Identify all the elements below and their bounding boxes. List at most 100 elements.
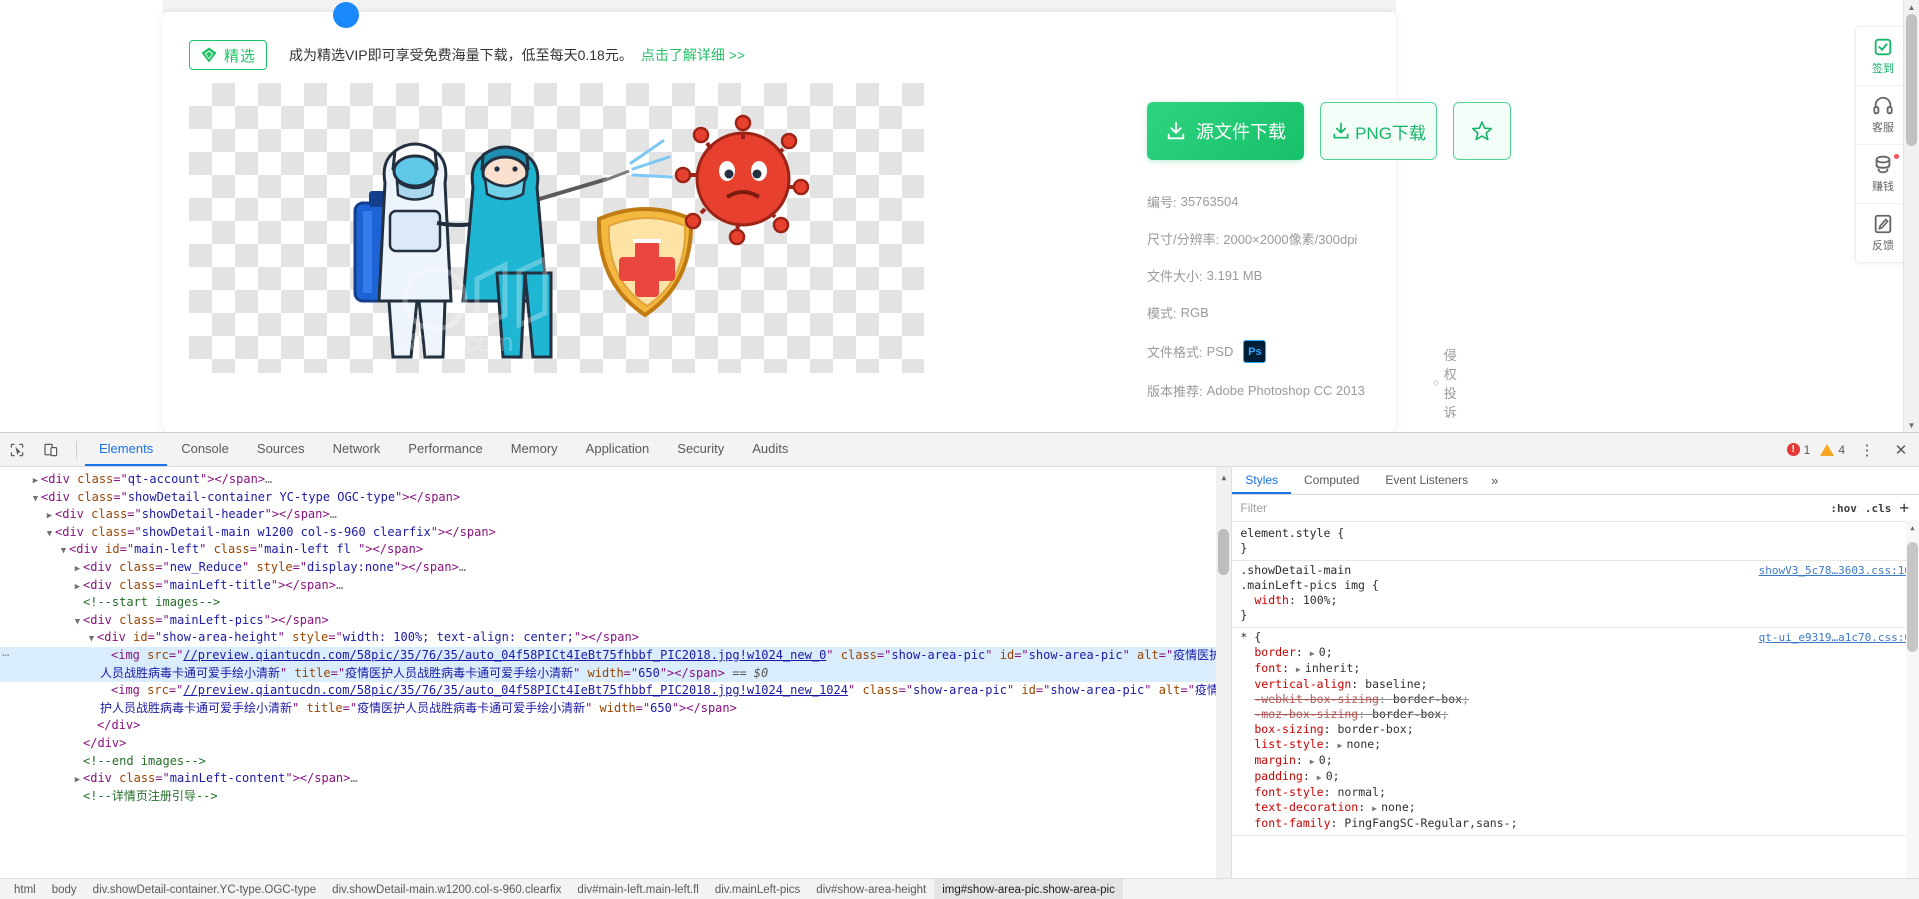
css-value[interactable]: inherit [1305,661,1353,675]
hov-toggle-button[interactable]: :hov [1830,502,1857,515]
more-actions-icon[interactable]: ⋯ [2,647,9,665]
css-property[interactable]: font [1254,661,1282,675]
chevron-right-icon[interactable]: ▶ [1372,801,1381,816]
float-item-checkin[interactable]: 签到 [1856,27,1910,86]
tab-styles[interactable]: Styles [1232,467,1292,494]
css-declaration[interactable]: margin: ▶ 0; [1240,753,1911,769]
dom-node[interactable]: <!--start images--> [0,594,1231,612]
tab-memory[interactable]: Memory [497,433,572,466]
css-property[interactable]: font-family [1254,816,1330,830]
styles-rules-list[interactable]: element.style {} showV3_5c78…3603.css:10.… [1232,522,1919,836]
dom-tree[interactable]: ▶ <div class="qt-account"></span>… ▼ <div c… [0,467,1232,806]
css-declaration[interactable]: font-family: PingFangSC-Regular,sans-; [1240,816,1911,831]
css-value[interactable]: none [1346,737,1374,751]
device-toolbar-icon[interactable] [34,433,68,466]
css-value[interactable]: 0 [1319,753,1326,767]
tab-application[interactable]: Application [572,433,664,466]
css-declaration[interactable]: text-decoration: ▶ none; [1240,800,1911,816]
dom-node[interactable]: ▶ <div class="qt-account"></span>… [0,471,1231,489]
style-rule[interactable]: showV3_5c78…3603.css:10 .showDetail-main.… [1232,561,1919,628]
page-scrollbar-thumb[interactable] [1906,14,1917,146]
tab-console[interactable]: Console [167,433,243,466]
css-declaration[interactable]: border: ▶ 0; [1240,645,1911,661]
css-property[interactable]: box-sizing [1254,722,1323,736]
vip-chip[interactable]: 精选 [189,40,268,70]
warning-count-badge[interactable]: 4 [1820,443,1845,457]
css-value[interactable]: 0 [1319,645,1326,659]
css-declaration[interactable]: width: 100%; [1240,593,1911,608]
float-item-support[interactable]: 客服 [1856,86,1910,145]
scroll-up-arrow[interactable]: ▲ [1904,0,1919,14]
chevron-right-icon[interactable]: ▶ [1310,646,1319,661]
css-value[interactable]: normal [1337,785,1379,799]
close-icon[interactable]: ✕ [1889,438,1913,462]
css-property[interactable]: list-style [1254,737,1323,751]
page-scrollbar[interactable]: ▲ ▼ [1903,0,1919,432]
css-property[interactable]: padding [1254,769,1302,783]
dom-node[interactable]: ▼ <div class="showDetail-container YC-typ… [0,489,1231,507]
dom-node[interactable]: ▶ <div class="mainLeft-title"></span>… [0,577,1231,595]
css-declaration[interactable]: vertical-align: baseline; [1240,677,1911,692]
dom-pane-scrollbar[interactable]: ▲ ▼ [1216,467,1232,899]
css-value[interactable]: 100% [1303,593,1331,607]
kebab-menu-icon[interactable]: ⋮ [1855,438,1879,462]
dom-node[interactable]: <img src="//preview.qiantucdn.com/58pic/… [0,682,1231,717]
styles-scrollbar-thumb[interactable] [1907,542,1918,652]
dom-node[interactable]: ▶ <div class="new_Reduce" style="display:… [0,559,1231,577]
download-source-button[interactable]: 源文件下载 [1147,102,1304,160]
css-value[interactable]: none [1381,800,1409,814]
css-value[interactable]: baseline [1365,677,1420,691]
breadcrumb-item[interactable]: div.showDetail-main.w1200.col-s-960.clea… [324,884,569,896]
breadcrumb-item[interactable]: html [6,884,44,896]
css-declaration[interactable]: padding: ▶ 0; [1240,769,1911,785]
chevron-right-icon[interactable]: ▶ [1296,662,1305,677]
css-declaration[interactable]: font: ▶ inherit; [1240,661,1911,677]
chevron-right-icon[interactable]: ▶ [1310,754,1319,769]
css-declaration[interactable]: box-sizing: border-box; [1240,722,1911,737]
dom-node[interactable]: ▶ <div class="showDetail-header"></span>… [0,506,1231,524]
css-property[interactable]: -webkit-box-sizing [1254,692,1379,706]
css-value[interactable]: PingFangSC-Regular,sans- [1344,816,1510,830]
stylesheet-source-link[interactable]: qt-ui_e9319…a1c70.css:6 [1759,630,1911,645]
css-value[interactable]: border-box [1393,692,1462,706]
dom-node[interactable]: </div> [0,717,1231,735]
breadcrumb-item[interactable]: div.showDetail-container.YC-type.OGC-typ… [85,884,325,896]
breadcrumb-item[interactable]: div#show-area-height [808,884,934,896]
error-count-badge[interactable]: ! 1 [1786,443,1810,457]
css-property[interactable]: font-style [1254,785,1323,799]
dom-node[interactable]: ▼ <div id="show-area-height" style="width… [0,629,1231,647]
css-value[interactable]: 0 [1326,769,1333,783]
dom-scrollbar-thumb[interactable] [1218,529,1230,575]
breadcrumb-item[interactable]: body [44,884,85,896]
stylesheet-source-link[interactable]: showV3_5c78…3603.css:10 [1759,563,1911,578]
dom-node-selected[interactable]: ⋯ <img src="//preview.qiantucdn.com/58pic… [0,646,1232,683]
float-item-feedback[interactable]: 反馈 [1856,204,1910,262]
chevron-more-icon[interactable]: » [1481,467,1508,494]
dom-node[interactable]: <!--详情页注册引导--> [0,788,1231,806]
new-style-rule-button[interactable]: + [1899,500,1913,516]
css-property[interactable]: width [1254,593,1289,607]
breadcrumb-item[interactable]: div.mainLeft-pics [707,884,808,896]
scroll-down-arrow[interactable]: ▼ [1904,418,1919,432]
dom-node[interactable]: ▼ <div class="showDetail-main w1200 col-s… [0,524,1231,542]
dom-node[interactable]: </div> [0,735,1231,753]
cls-toggle-button[interactable]: .cls [1865,502,1892,515]
breadcrumb-item[interactable]: div#main-left.main-left.fl [569,884,706,896]
css-declaration[interactable]: list-style: ▶ none; [1240,737,1911,753]
css-property[interactable]: -moz-box-sizing [1254,707,1358,721]
css-value[interactable]: border-box [1372,707,1441,721]
css-property[interactable]: border [1254,645,1296,659]
dom-node[interactable]: ▶ <div class="mainLeft-content"></span>… [0,770,1231,788]
style-rule[interactable]: element.style {} [1232,524,1919,561]
tab-security[interactable]: Security [663,433,738,466]
download-png-button[interactable]: PNG下载 [1320,102,1437,160]
style-rule[interactable]: qt-ui_e9319…a1c70.css:6 * {border: ▶ 0; fon… [1232,628,1919,836]
image-preview-area[interactable]: 58pic.com [189,83,924,373]
dom-node[interactable]: ▼ <div class="mainLeft-pics"></span> [0,612,1231,630]
css-value[interactable]: border-box [1337,722,1406,736]
styles-filter-input[interactable] [1238,497,1823,519]
inspect-cursor-icon[interactable] [0,433,34,466]
styles-pane-scrollbar[interactable]: ▲ ▼ [1906,520,1919,899]
css-property[interactable]: text-decoration [1254,800,1358,814]
tab-network[interactable]: Network [319,433,395,466]
